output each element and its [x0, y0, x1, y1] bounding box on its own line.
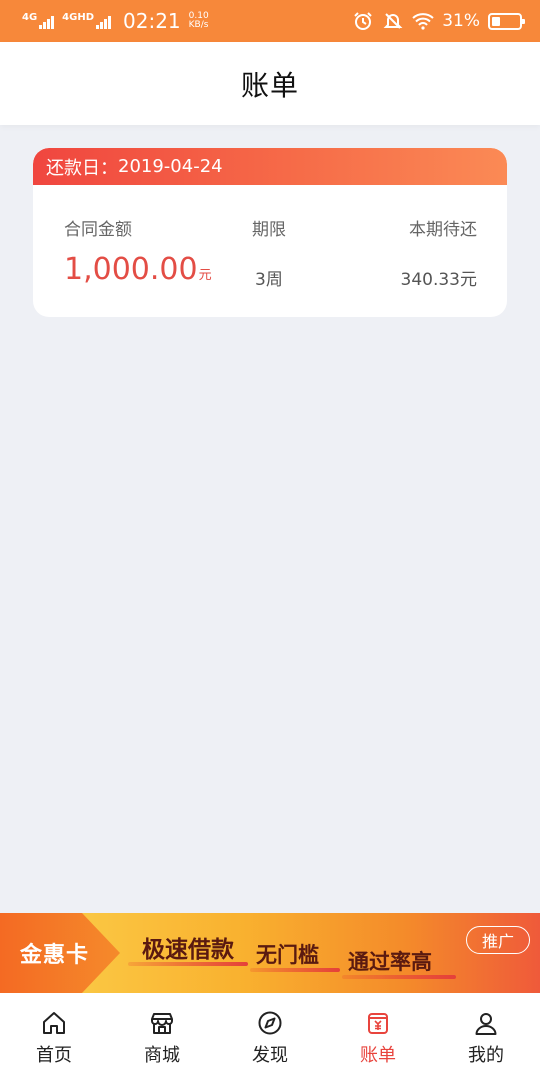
shop-icon: [148, 1009, 176, 1037]
nav-label-bill: 账单: [360, 1045, 396, 1066]
signal-bars-icon: [39, 13, 55, 29]
contract-amount-unit: 元: [198, 268, 212, 283]
due-date-header: 还款日： 2019-04-24: [33, 148, 507, 185]
signal-bars-icon: [96, 13, 112, 29]
nav-label-home: 首页: [36, 1045, 72, 1066]
nav-item-shop[interactable]: 商城: [108, 993, 216, 1077]
contract-amount-value: 1,000.00: [64, 252, 198, 287]
promo-slogan-2: 无门槛: [256, 942, 319, 967]
mute-bell-icon: [382, 10, 404, 32]
status-left: 4G 4GHD 02:21 0.10 KB/s: [22, 9, 209, 33]
status-bar: 4G 4GHD 02:21 0.10 KB/s 31%: [0, 0, 540, 42]
nav-label-discover: 发现: [252, 1045, 288, 1066]
nav-label-me: 我的: [468, 1045, 504, 1066]
promo-underline-2: [250, 968, 340, 972]
promo-brand: 金惠卡: [20, 943, 90, 968]
promo-brand-block: 金惠卡: [0, 913, 120, 993]
bill-icon: [364, 1009, 392, 1037]
ad-badge: 推广: [466, 926, 530, 954]
promo-slogan-3: 通过率高: [348, 949, 432, 974]
compass-icon: [256, 1009, 284, 1037]
status-right: 31%: [352, 10, 525, 32]
network-type-1: 4G: [22, 12, 38, 23]
signal-2: 4GHD: [62, 12, 112, 29]
battery-icon: [488, 12, 525, 30]
current-due-label: 本期待还: [409, 220, 477, 240]
signal-1: 4G: [22, 12, 55, 29]
contract-amount: 1,000.00 元: [64, 252, 212, 287]
promo-underline-1: [128, 962, 248, 966]
bill-card[interactable]: 还款日： 2019-04-24 合同金额 期限 本期待还 1,000.00 元 …: [33, 148, 507, 317]
home-icon: [40, 1009, 68, 1037]
promo-slogan-1: 极速借款: [142, 936, 234, 963]
page-title: 账单: [240, 68, 299, 102]
nav-item-home[interactable]: 首页: [0, 993, 108, 1077]
nav-item-me[interactable]: 我的: [432, 993, 540, 1077]
term-value: 3周: [255, 270, 283, 290]
title-bar: 账单: [0, 42, 540, 125]
nav-label-shop: 商城: [144, 1045, 180, 1066]
promo-underline-3: [342, 975, 456, 979]
alarm-icon: [352, 10, 374, 32]
nav-item-bill[interactable]: 账单: [324, 993, 432, 1077]
wifi-icon: [412, 10, 434, 32]
due-date-label: 还款日：: [46, 157, 118, 179]
contract-amount-label: 合同金额: [64, 220, 132, 240]
term-label: 期限: [252, 220, 286, 240]
promo-banner[interactable]: 金惠卡 极速借款 无门槛 通过率高 推广: [0, 913, 540, 993]
battery-percent: 31%: [442, 11, 480, 31]
network-type-2: 4GHD: [62, 12, 95, 23]
nav-item-discover[interactable]: 发现: [216, 993, 324, 1077]
bottom-nav: 首页 商城 发现 账单 我的: [0, 993, 540, 1077]
user-icon: [472, 1009, 500, 1037]
speed-unit: KB/s: [188, 20, 209, 30]
clock: 02:21: [123, 9, 181, 33]
network-speed: 0.10 KB/s: [189, 12, 209, 30]
battery-fill: [492, 16, 501, 26]
due-date-value: 2019-04-24: [118, 156, 223, 177]
bill-details: 合同金额 期限 本期待还 1,000.00 元 3周 340.33元: [33, 185, 507, 317]
current-due-value: 340.33元: [400, 270, 477, 290]
